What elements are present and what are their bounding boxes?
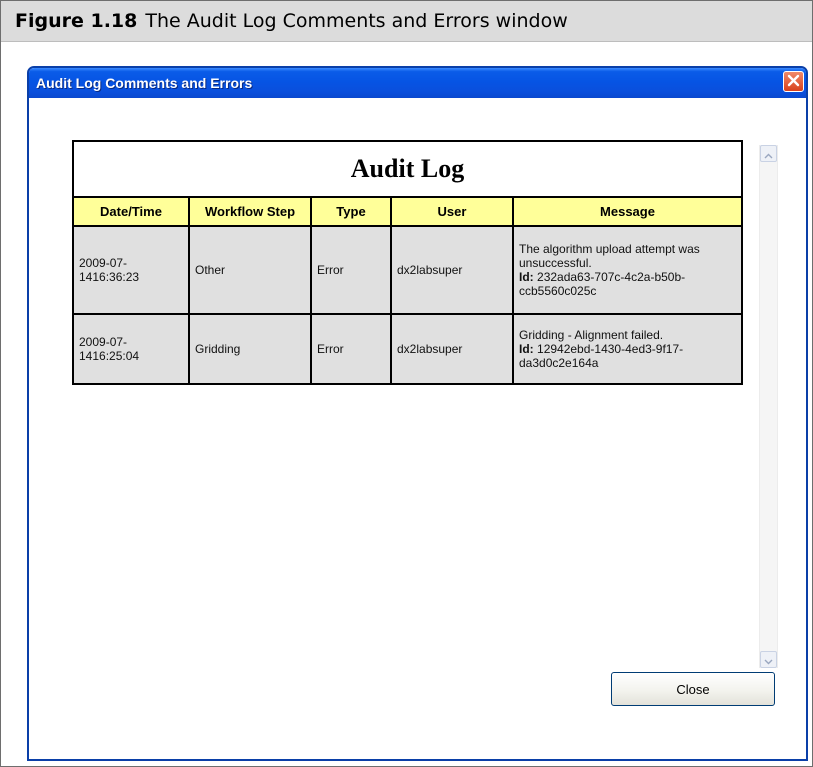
window-titlebar[interactable]: Audit Log Comments and Errors — [29, 68, 806, 98]
id-label: Id: — [519, 270, 534, 284]
table-row: 2009-07- 1416:36:23 Other Error dx2labsu… — [72, 225, 743, 315]
id-value: 12942ebd-1430-4ed3-9f17-da3d0c2e164a — [519, 342, 684, 370]
date-time-cell: 2009-07- 1416:25:04 — [72, 313, 190, 385]
chevron-down-icon — [764, 650, 773, 669]
date-time-cell: 2009-07- 1416:36:23 — [72, 225, 190, 315]
chevron-up-icon — [764, 144, 773, 163]
column-header-message: Message — [512, 196, 743, 227]
window-title: Audit Log Comments and Errors — [36, 75, 253, 91]
id-label: Id: — [519, 342, 534, 356]
column-header-user: User — [390, 196, 514, 227]
table-row: 2009-07- 1416:25:04 Gridding Error dx2la… — [72, 313, 743, 385]
date-time-line1: 2009-07- — [79, 256, 128, 270]
workflow-step-cell: Other — [188, 225, 312, 315]
message-text: Gridding - Alignment failed. — [519, 328, 664, 342]
audit-log-table: Audit Log Date/Time Workflow Step Type U… — [72, 140, 743, 385]
message-text: The algorithm upload attempt was unsucce… — [519, 242, 700, 270]
column-header-date-time: Date/Time — [72, 196, 190, 227]
column-header-workflow-step: Workflow Step — [188, 196, 312, 227]
vertical-scrollbar[interactable] — [759, 145, 778, 668]
close-icon — [787, 72, 800, 91]
user-cell: dx2labsuper — [390, 225, 514, 315]
id-value: 232ada63-707c-4c2a-b50b-ccb5560c025c — [519, 270, 686, 298]
user-cell: dx2labsuper — [390, 313, 514, 385]
message-cell: The algorithm upload attempt was unsucce… — [512, 225, 743, 315]
figure-caption-text: The Audit Log Comments and Errors window — [145, 10, 568, 32]
type-cell: Error — [310, 225, 392, 315]
close-button[interactable]: Close — [611, 672, 775, 706]
date-time-line2: 1416:25:04 — [79, 349, 140, 363]
date-time-line2: 1416:36:23 — [79, 270, 140, 284]
scroll-down-button[interactable] — [760, 651, 777, 668]
workflow-step-cell: Gridding — [188, 313, 312, 385]
table-header-row: Date/Time Workflow Step Type User Messag… — [72, 196, 743, 227]
type-cell: Error — [310, 313, 392, 385]
message-cell: Gridding - Alignment failed. Id: 12942eb… — [512, 313, 743, 385]
figure-frame: Figure 1.18 The Audit Log Comments and E… — [0, 0, 813, 767]
date-time-line1: 2009-07- — [79, 335, 128, 349]
scroll-up-button[interactable] — [760, 145, 777, 162]
figure-caption: Figure 1.18 The Audit Log Comments and E… — [1, 1, 812, 42]
window-content: Audit Log Date/Time Workflow Step Type U… — [29, 98, 806, 759]
window-close-button[interactable] — [783, 71, 804, 92]
column-header-type: Type — [310, 196, 392, 227]
audit-log-title: Audit Log — [72, 140, 743, 198]
audit-log-window: Audit Log Comments and Errors Audit Log … — [27, 66, 808, 761]
figure-label: Figure 1.18 — [15, 10, 138, 32]
